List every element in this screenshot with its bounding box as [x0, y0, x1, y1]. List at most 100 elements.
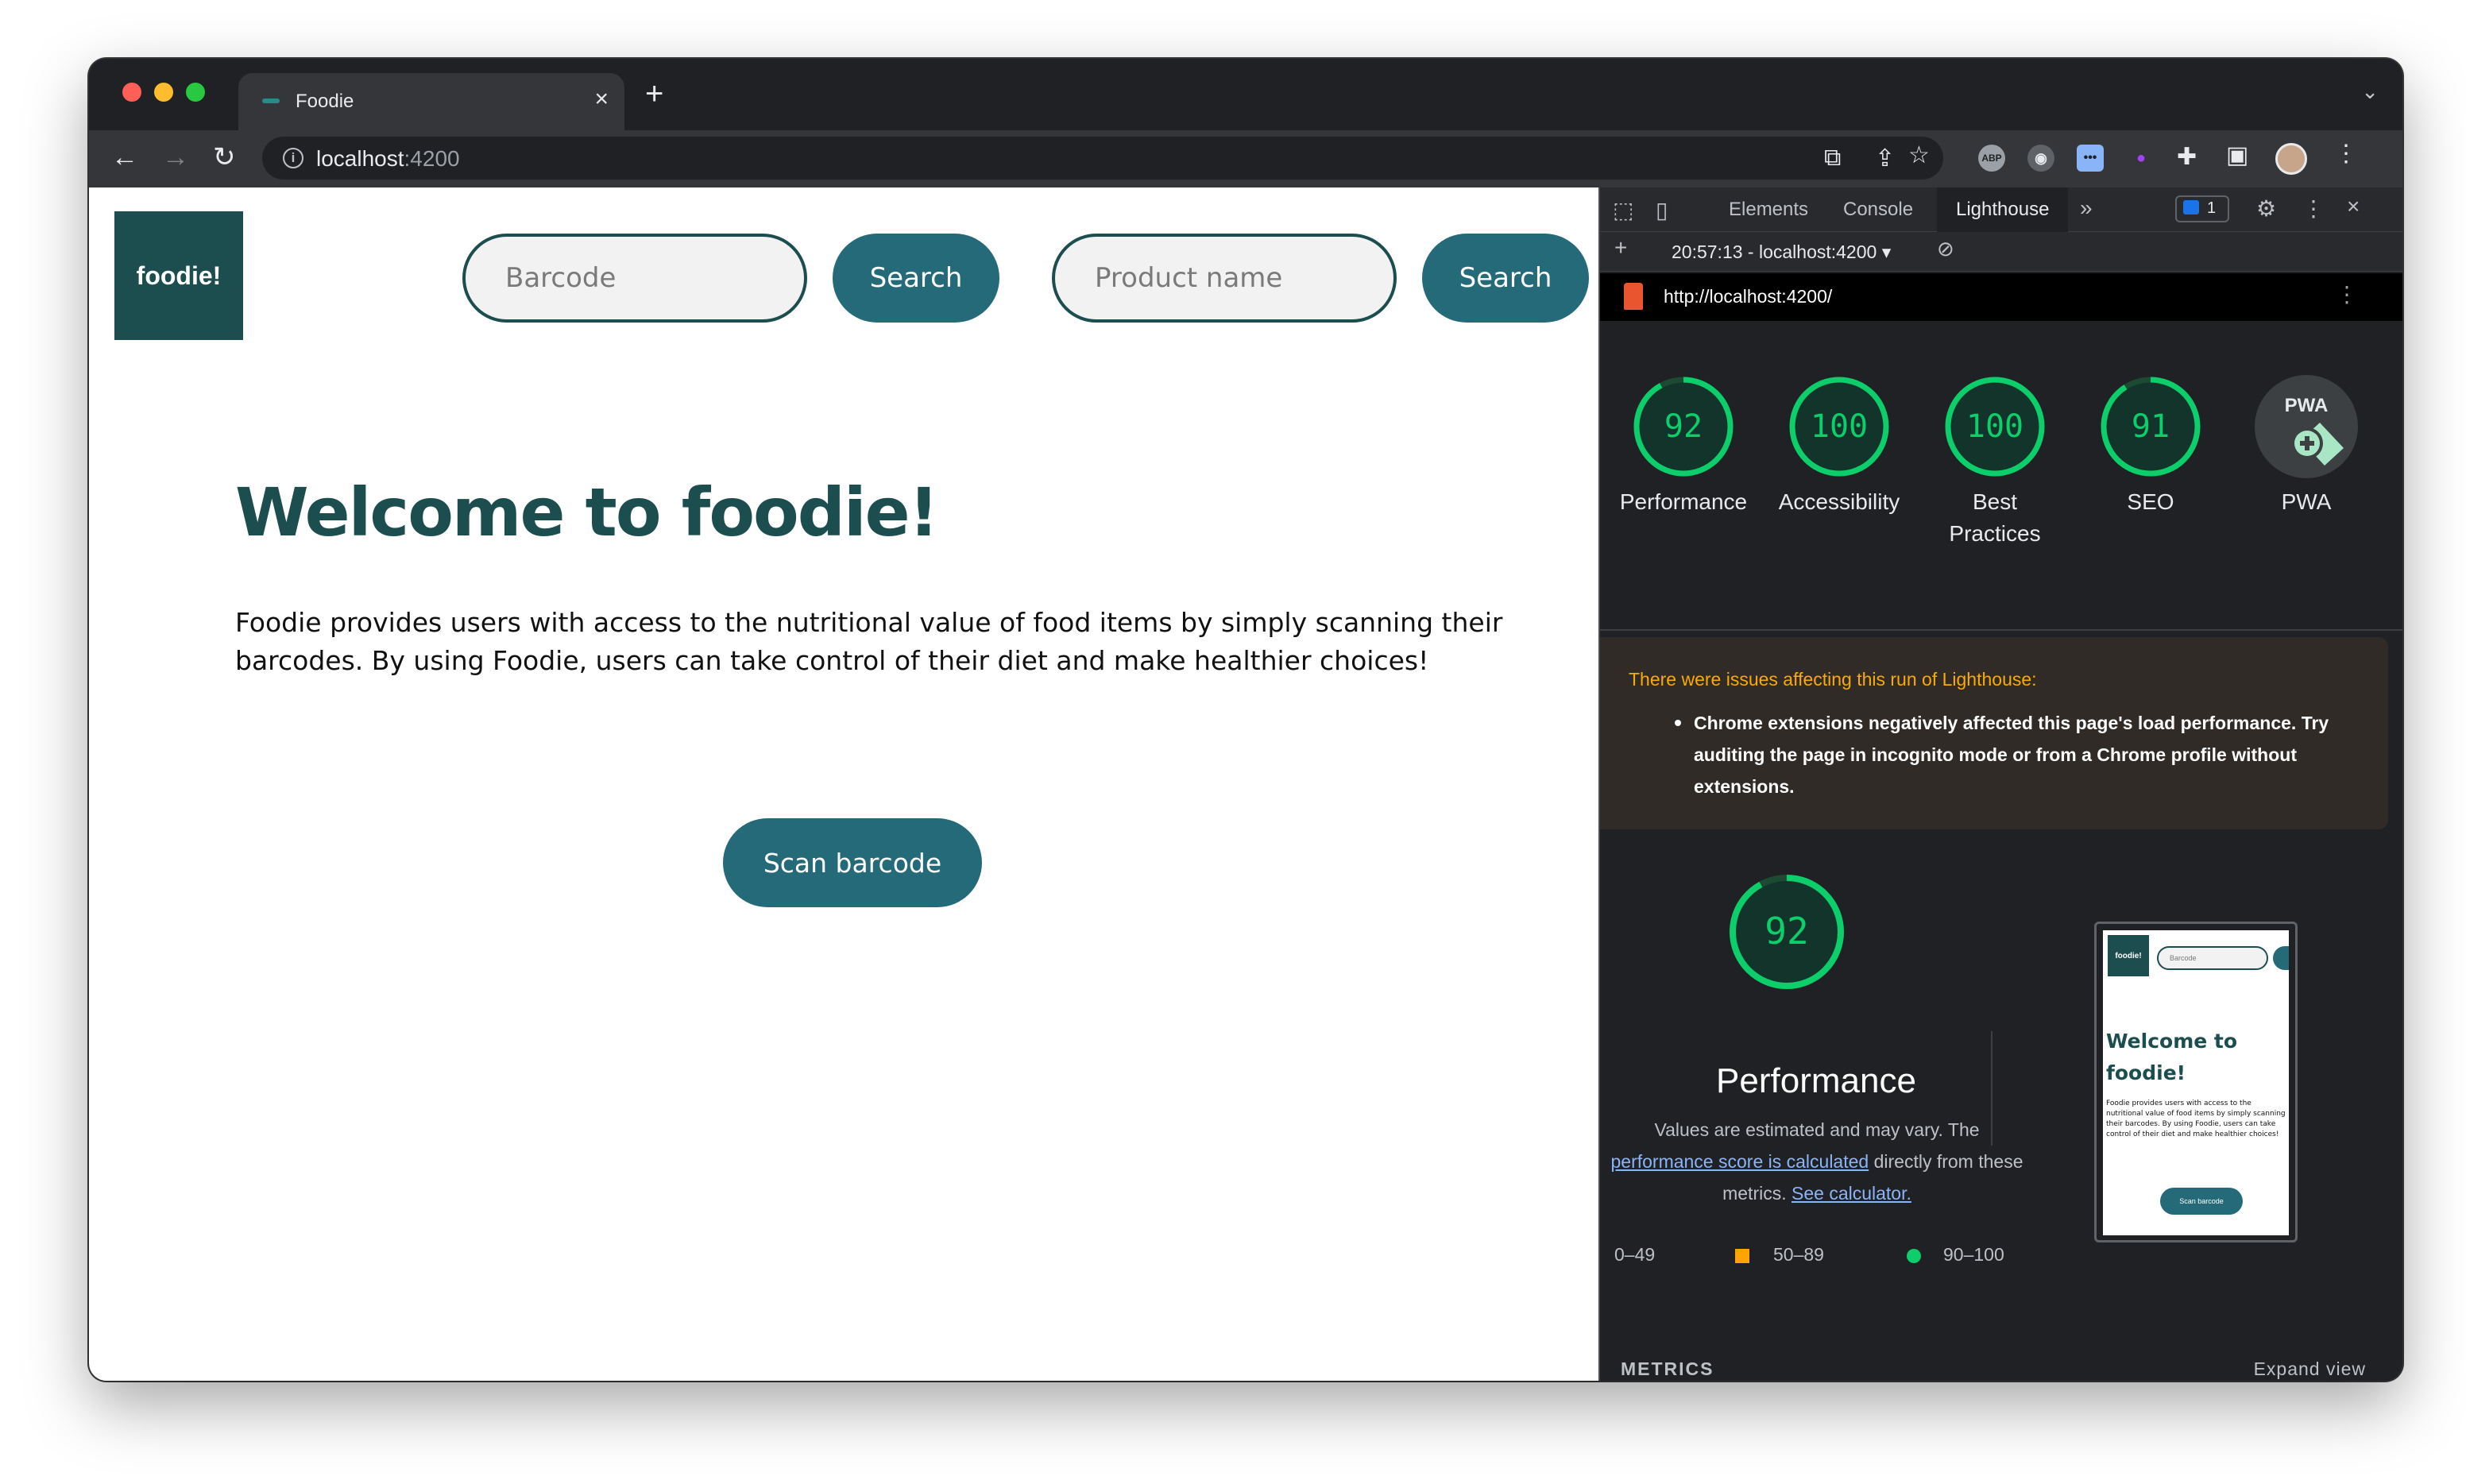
- address-url: localhost:4200: [316, 146, 460, 171]
- barcode-search-button[interactable]: Search: [833, 234, 999, 323]
- tab-lighthouse[interactable]: Lighthouse: [1937, 187, 2069, 232]
- performance-gauge: 92: [1730, 875, 1844, 989]
- foodie-logo[interactable]: foodie!: [114, 211, 243, 340]
- browser-toolbar: ← → ↻ i localhost:4200 ⧉ ⇪ ☆ ABP ◉ ••• ●…: [89, 130, 2402, 187]
- legend-average: 50–89: [1773, 1244, 1824, 1265]
- thumbnail-description: Foodie provides users with access to the…: [2106, 1099, 2286, 1138]
- open-in-icon[interactable]: ⧉: [1824, 145, 1841, 172]
- dots-extension-icon[interactable]: •••: [2077, 145, 2104, 172]
- expand-view-button[interactable]: Expand view: [2254, 1358, 2366, 1380]
- score-value: 100: [1811, 408, 1868, 445]
- thumbnail-search-button: [2273, 946, 2289, 970]
- extensions-puzzle-icon[interactable]: ✚: [2177, 143, 2197, 171]
- inspect-element-icon[interactable]: ⬚: [1613, 197, 1633, 223]
- site-info-icon[interactable]: i: [283, 148, 303, 168]
- share-icon[interactable]: ⇪: [1875, 145, 1895, 172]
- camera-extension-icon[interactable]: ◉: [2027, 145, 2054, 172]
- devtools-menu-icon[interactable]: ⋮: [2302, 195, 2325, 222]
- bookmark-star-icon[interactable]: ☆: [1908, 141, 1930, 169]
- performance-score: 92: [1764, 910, 1808, 953]
- performance-note: Values are estimated and may vary. The p…: [1610, 1119, 2023, 1204]
- new-tab-icon[interactable]: +: [645, 78, 663, 110]
- barcode-input[interactable]: Barcode: [462, 234, 807, 323]
- score-calculation-link[interactable]: performance score is calculated: [1610, 1151, 1869, 1172]
- page-description: Foodie provides users with access to the…: [235, 607, 1503, 676]
- purple-extension-icon[interactable]: ●: [2128, 145, 2155, 172]
- maximize-window-button[interactable]: [186, 83, 205, 102]
- legend-pass-icon: [1907, 1249, 1921, 1263]
- score-label: Best Practices: [1949, 489, 2041, 546]
- tab-strip: Foodie × + ⌄: [89, 59, 2402, 130]
- report-selector[interactable]: 20:57:13 - localhost:4200 ▾: [1672, 242, 1891, 263]
- gauge-ring: 92: [1633, 377, 1734, 477]
- score-value: 91: [2132, 408, 2170, 445]
- score-best-practices[interactable]: 100 Best Practices: [1919, 375, 2070, 550]
- warning-box: There were issues affecting this run of …: [1600, 637, 2388, 829]
- score-pwa[interactable]: PWA PWA: [2231, 375, 2382, 518]
- score-label: Accessibility: [1778, 489, 1900, 514]
- tab-search-icon[interactable]: ⌄: [2361, 79, 2379, 104]
- new-report-icon[interactable]: +: [1614, 235, 1627, 261]
- thumbnail-content: foodie! Barcode Welcome to foodie! Foodi…: [2103, 930, 2289, 1235]
- browser-menu-icon[interactable]: ⋮: [2334, 140, 2358, 168]
- report-url-bar: http://localhost:4200/ ⋮: [1600, 273, 2402, 321]
- more-tabs-icon[interactable]: »: [2080, 195, 2093, 221]
- favicon-icon: [262, 99, 280, 103]
- pwa-badge-icon: PWA: [2255, 375, 2358, 478]
- page-screenshot-thumbnail[interactable]: foodie! Barcode Welcome to foodie! Foodi…: [2094, 922, 2298, 1242]
- thumbnail-scan-button: Scan barcode: [2160, 1188, 2243, 1215]
- score-value: 92: [1664, 408, 1703, 445]
- devtools-panel: ⬚ ▯ Elements Console Lighthouse » 1 ⚙ ⋮ …: [1598, 187, 2402, 1381]
- thumbnail-heading: Welcome to foodie!: [2106, 1030, 2238, 1084]
- performance-title: Performance: [1716, 1061, 1916, 1100]
- report-menu-icon[interactable]: ⋮: [2336, 281, 2358, 307]
- section-divider: [1600, 629, 2402, 631]
- close-window-button[interactable]: [122, 83, 141, 102]
- close-devtools-icon[interactable]: ×: [2347, 194, 2360, 219]
- warning-bullet: [1675, 720, 1681, 726]
- device-toolbar-icon[interactable]: ▯: [1656, 197, 1668, 223]
- issues-count: 1: [2207, 199, 2217, 217]
- reload-icon[interactable]: ↻: [213, 141, 236, 173]
- issues-icon: [2183, 200, 2199, 214]
- web-page: foodie! Barcode Search Product name Sear…: [89, 187, 1598, 1381]
- devtools-tabbar: ⬚ ▯ Elements Console Lighthouse » 1 ⚙ ⋮ …: [1600, 187, 2402, 232]
- vertical-divider: [1991, 1031, 1993, 1146]
- browser-tab[interactable]: Foodie ×: [238, 73, 624, 130]
- gauge-ring: 91: [2101, 377, 2201, 477]
- profile-avatar[interactable]: [2275, 143, 2307, 175]
- score-seo[interactable]: 91 SEO: [2075, 375, 2226, 518]
- product-name-input[interactable]: Product name: [1052, 234, 1397, 323]
- browser-window: Foodie × + ⌄ ← → ↻ i localhost:4200 ⧉ ⇪ …: [89, 59, 2402, 1381]
- thumbnail-logo: foodie!: [2108, 935, 2149, 976]
- score-performance[interactable]: 92 Performance: [1608, 375, 1759, 518]
- tab-title: Foodie: [296, 91, 354, 112]
- score-label: Performance: [1619, 489, 1748, 514]
- score-label: SEO: [2127, 489, 2174, 514]
- score-label: PWA: [2281, 489, 2332, 514]
- pwa-badge-text: PWA: [2285, 395, 2329, 416]
- see-calculator-link[interactable]: See calculator.: [1792, 1183, 1911, 1204]
- settings-gear-icon[interactable]: ⚙: [2256, 195, 2276, 222]
- report-url[interactable]: http://localhost:4200/: [1664, 286, 1832, 307]
- legend-average-icon: [1735, 1249, 1749, 1263]
- tab-elements[interactable]: Elements: [1729, 199, 1808, 221]
- forward-icon[interactable]: →: [162, 141, 189, 173]
- score-accessibility[interactable]: 100 Accessibility: [1764, 375, 1915, 518]
- adblock-extension-icon[interactable]: ABP: [1978, 145, 2005, 172]
- minimize-window-button[interactable]: [154, 83, 173, 102]
- product-search-button[interactable]: Search: [1422, 234, 1589, 323]
- legend-fail: 0–49: [1614, 1244, 1656, 1265]
- tab-console[interactable]: Console: [1843, 199, 1913, 221]
- metrics-heading: METRICS: [1621, 1358, 1714, 1379]
- back-icon[interactable]: ←: [111, 141, 138, 173]
- issues-badge[interactable]: 1: [2175, 195, 2229, 222]
- warning-item: Chrome extensions negatively affected th…: [1694, 713, 2329, 797]
- scan-barcode-button[interactable]: Scan barcode: [723, 818, 982, 907]
- side-panel-icon[interactable]: ▣: [2226, 141, 2248, 169]
- clear-reports-icon[interactable]: ⊘: [1937, 237, 1954, 261]
- close-tab-icon[interactable]: ×: [594, 86, 609, 113]
- thumbnail-barcode-input: Barcode: [2157, 946, 2268, 970]
- gauge-ring: 100: [1945, 377, 2045, 477]
- address-bar[interactable]: i localhost:4200 ⧉ ⇪: [262, 137, 1943, 180]
